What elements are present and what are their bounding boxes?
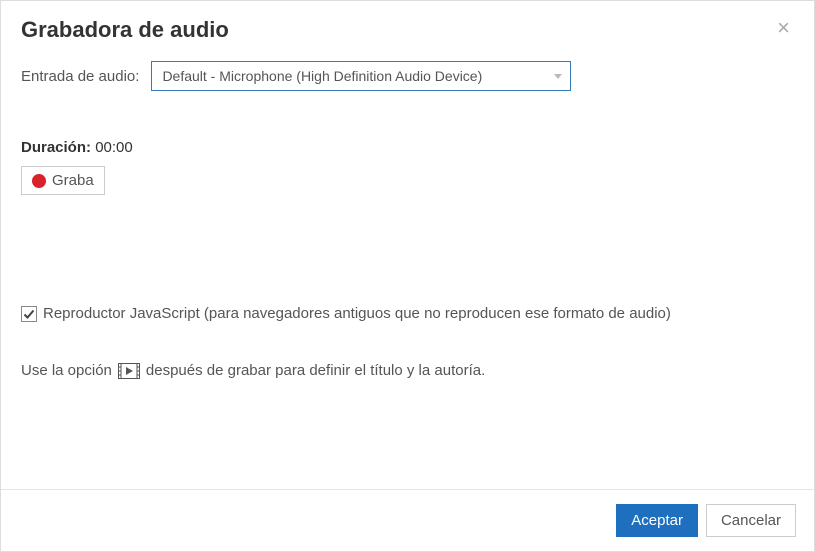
dialog-footer: Aceptar Cancelar (1, 489, 814, 551)
dialog-header: Grabadora de audio × (1, 1, 814, 61)
audio-input-label: Entrada de audio: (21, 68, 139, 85)
accept-button[interactable]: Aceptar (616, 504, 698, 537)
record-button-label: Graba (52, 172, 94, 189)
js-player-label: Reproductor JavaScript (para navegadores… (43, 305, 671, 322)
record-button[interactable]: Graba (21, 166, 105, 195)
hint-prefix: Use la opción (21, 362, 112, 379)
check-icon (23, 308, 35, 320)
chevron-down-icon (554, 74, 562, 79)
dialog-body: Entrada de audio: Default - Microphone (… (1, 61, 814, 489)
js-player-checkbox[interactable] (21, 306, 37, 322)
cancel-button[interactable]: Cancelar (706, 504, 796, 537)
close-icon[interactable]: × (777, 11, 794, 39)
js-player-row: Reproductor JavaScript (para navegadores… (21, 305, 794, 322)
audio-input-row: Entrada de audio: Default - Microphone (… (21, 61, 794, 91)
hint-row: Use la opción después de grabar para def… (21, 362, 794, 379)
dialog-title: Grabadora de audio (21, 11, 229, 43)
hint-suffix: después de grabar para definir el título… (146, 362, 485, 379)
audio-input-select[interactable]: Default - Microphone (High Definition Au… (151, 61, 571, 91)
record-icon (32, 174, 46, 188)
media-options-icon (118, 363, 140, 379)
audio-input-selected: Default - Microphone (High Definition Au… (162, 68, 482, 84)
audio-recorder-dialog: Grabadora de audio × Entrada de audio: D… (0, 0, 815, 552)
duration-label: Duración: (21, 139, 91, 156)
duration-value: 00:00 (95, 139, 133, 156)
duration-line: Duración: 00:00 (21, 139, 794, 156)
